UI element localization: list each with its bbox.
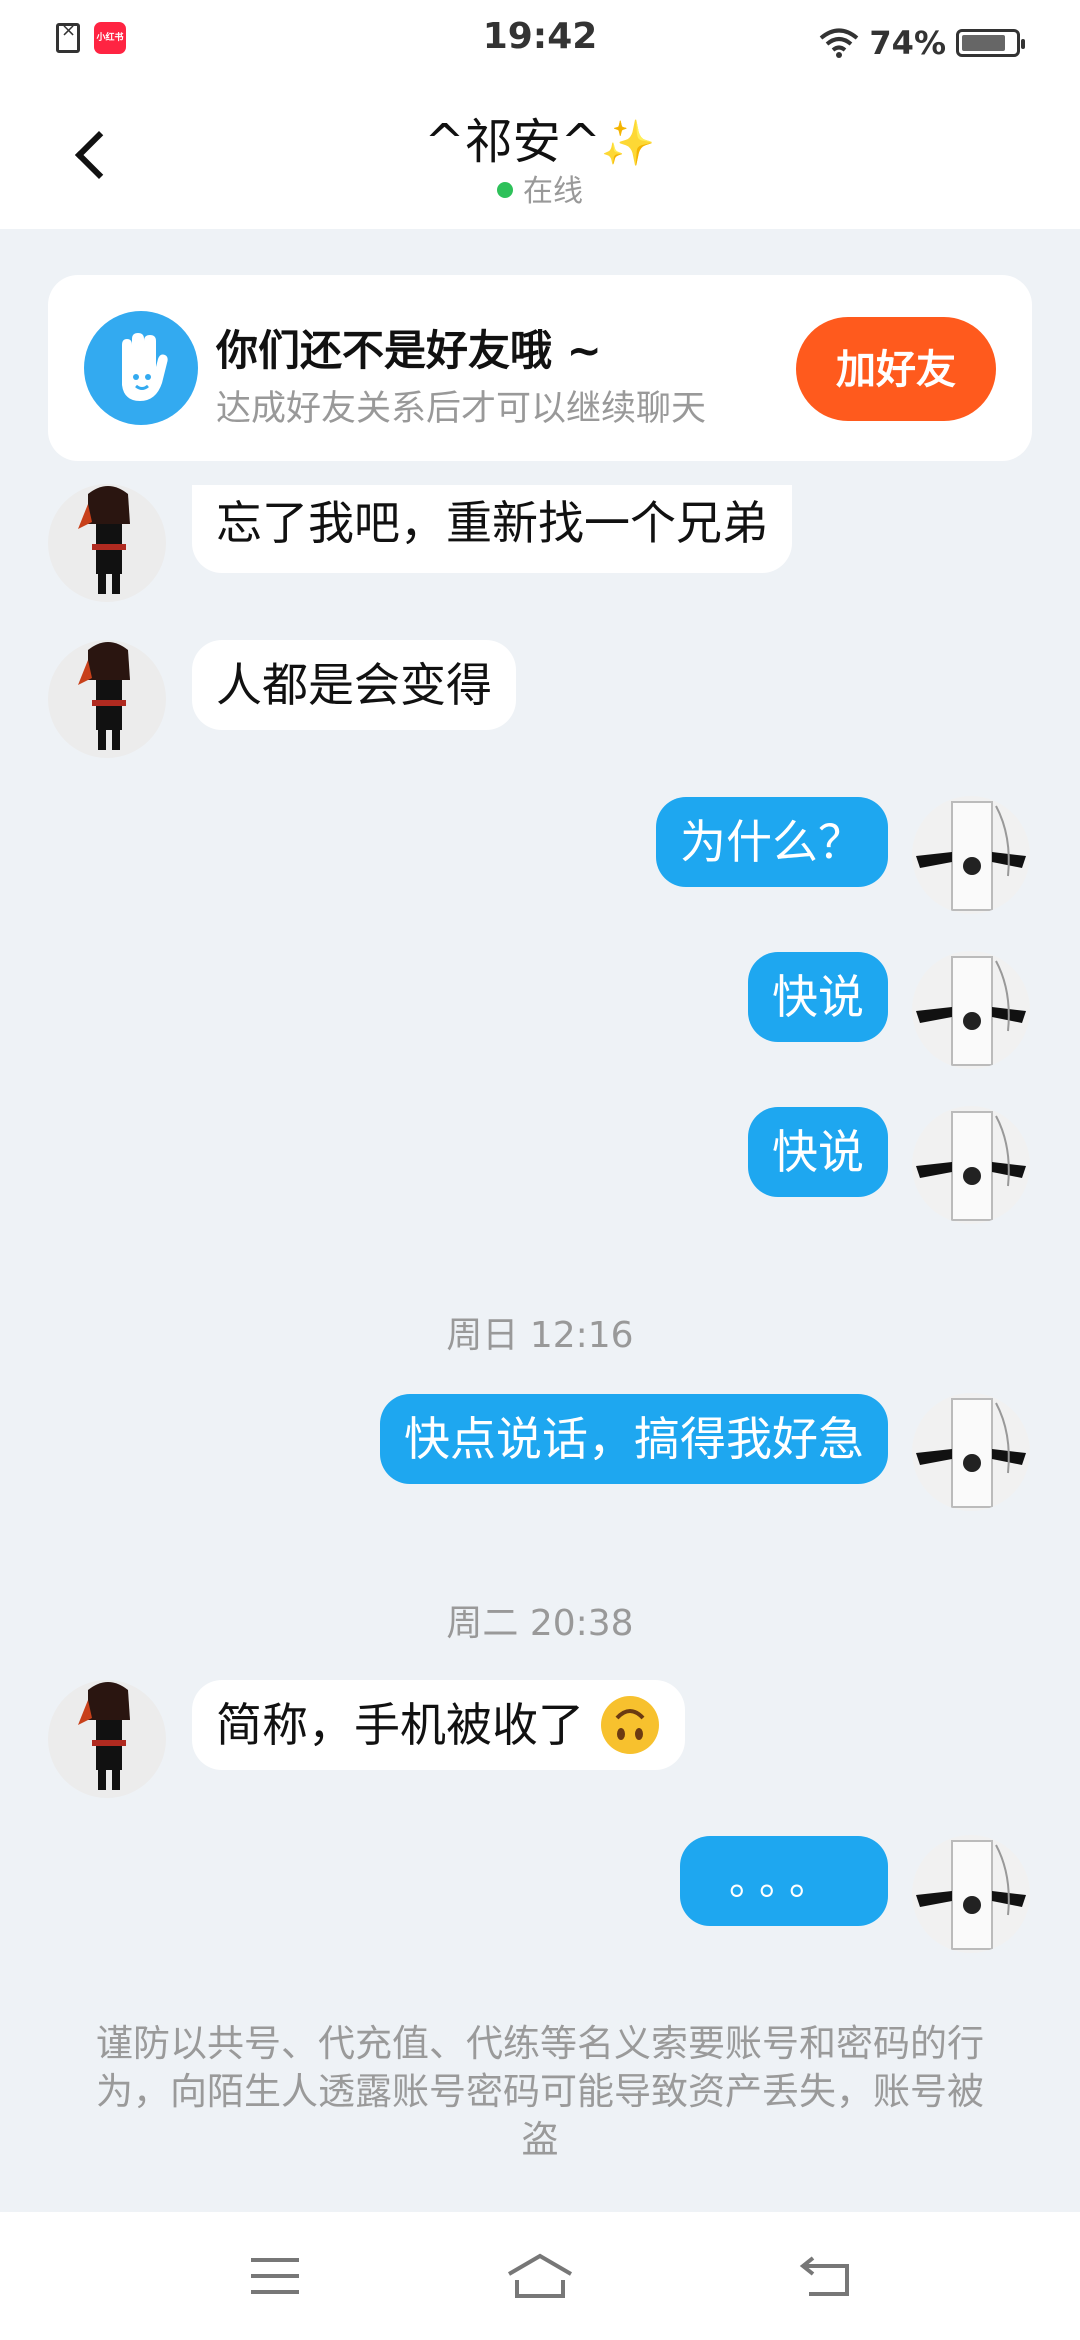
- message-text: 简称，手机被收了: [216, 1698, 584, 1752]
- friend-prompt-card: 你们还不是好友哦 ~ 达成好友关系后才可以继续聊天 加好友: [48, 275, 1032, 461]
- system-nav-bar: [0, 2212, 1080, 2340]
- chat-header: ^祁安^✨ 在线: [0, 84, 1080, 229]
- contact-avatar[interactable]: [48, 640, 166, 758]
- add-friend-button[interactable]: 加好友: [796, 317, 996, 421]
- my-avatar[interactable]: [912, 1835, 1030, 1953]
- my-avatar[interactable]: [912, 796, 1030, 914]
- upside-down-face-icon: [600, 1695, 659, 1754]
- wave-hand-icon: [84, 311, 198, 425]
- message-bubble-outgoing[interactable]: 快点说话，搞得我好急: [380, 1394, 888, 1484]
- wifi-icon: [820, 28, 859, 58]
- contact-avatar[interactable]: [48, 484, 166, 602]
- status-right: 74%: [819, 24, 1025, 62]
- online-status-text: 在线: [523, 174, 583, 209]
- online-status: 在线: [0, 166, 1080, 210]
- message-bubble-incoming[interactable]: 人都是会变得: [192, 640, 516, 730]
- security-warning: 谨防以共号、代充值、代练等名义索要账号和密码的行为，向陌生人透露账号密码可能导致…: [96, 2022, 984, 2161]
- message-timestamp: 周日 12:16: [446, 1315, 634, 1356]
- my-avatar[interactable]: [912, 1106, 1030, 1224]
- contact-name: ^祁安^: [424, 114, 601, 170]
- my-avatar[interactable]: [912, 1393, 1030, 1511]
- message-bubble-incoming[interactable]: 忘了我吧，重新找一个兄弟: [192, 485, 792, 573]
- message-bubble-incoming[interactable]: 简称，手机被收了: [192, 1680, 685, 1770]
- back-icon[interactable]: [795, 2250, 855, 2302]
- sparkles-icon: ✨: [600, 118, 656, 169]
- battery-icon: [956, 29, 1025, 57]
- message-bubble-outgoing[interactable]: 。。。: [680, 1836, 888, 1926]
- contact-avatar[interactable]: [48, 1680, 166, 1798]
- chat-title[interactable]: ^祁安^✨: [0, 102, 1080, 172]
- friend-prompt-title: 你们还不是好友哦 ~: [216, 326, 602, 375]
- message-bubble-outgoing[interactable]: 快说: [748, 952, 888, 1042]
- status-bar: 小红书 19:42 74%: [0, 0, 1080, 84]
- online-dot-icon: [497, 181, 513, 198]
- message-timestamp: 周二 20:38: [446, 1603, 634, 1644]
- friend-prompt-subtitle: 达成好友关系后才可以继续聊天: [216, 389, 707, 429]
- menu-icon[interactable]: [245, 2250, 305, 2302]
- home-icon[interactable]: [505, 2250, 575, 2302]
- battery-percent: 74%: [869, 24, 946, 62]
- message-bubble-outgoing[interactable]: 为什么？: [656, 797, 888, 887]
- message-bubble-outgoing[interactable]: 快说: [748, 1107, 888, 1197]
- my-avatar[interactable]: [912, 951, 1030, 1069]
